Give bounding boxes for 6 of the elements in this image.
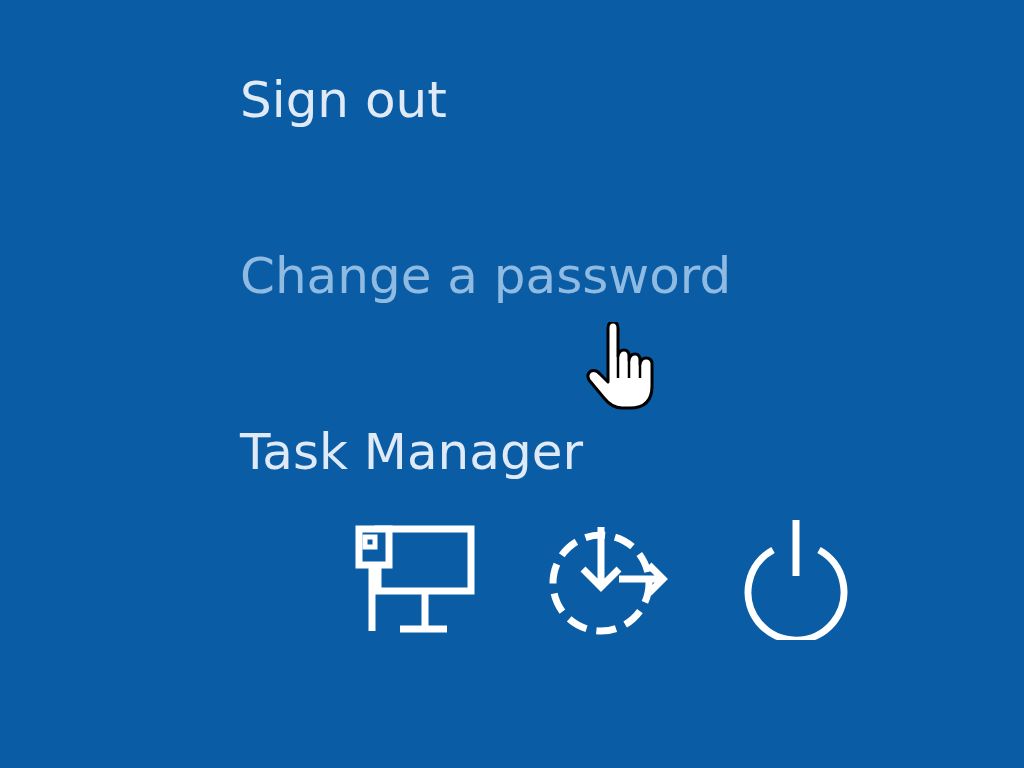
hand-pointer-icon [586, 322, 656, 412]
menu-link[interactable]: Change a password [240, 238, 732, 314]
network-icon[interactable] [355, 525, 475, 633]
power-icon[interactable] [743, 518, 849, 640]
menu-link[interactable]: Sign out [240, 62, 447, 138]
menu-link[interactable]: Task Manager [240, 414, 583, 490]
